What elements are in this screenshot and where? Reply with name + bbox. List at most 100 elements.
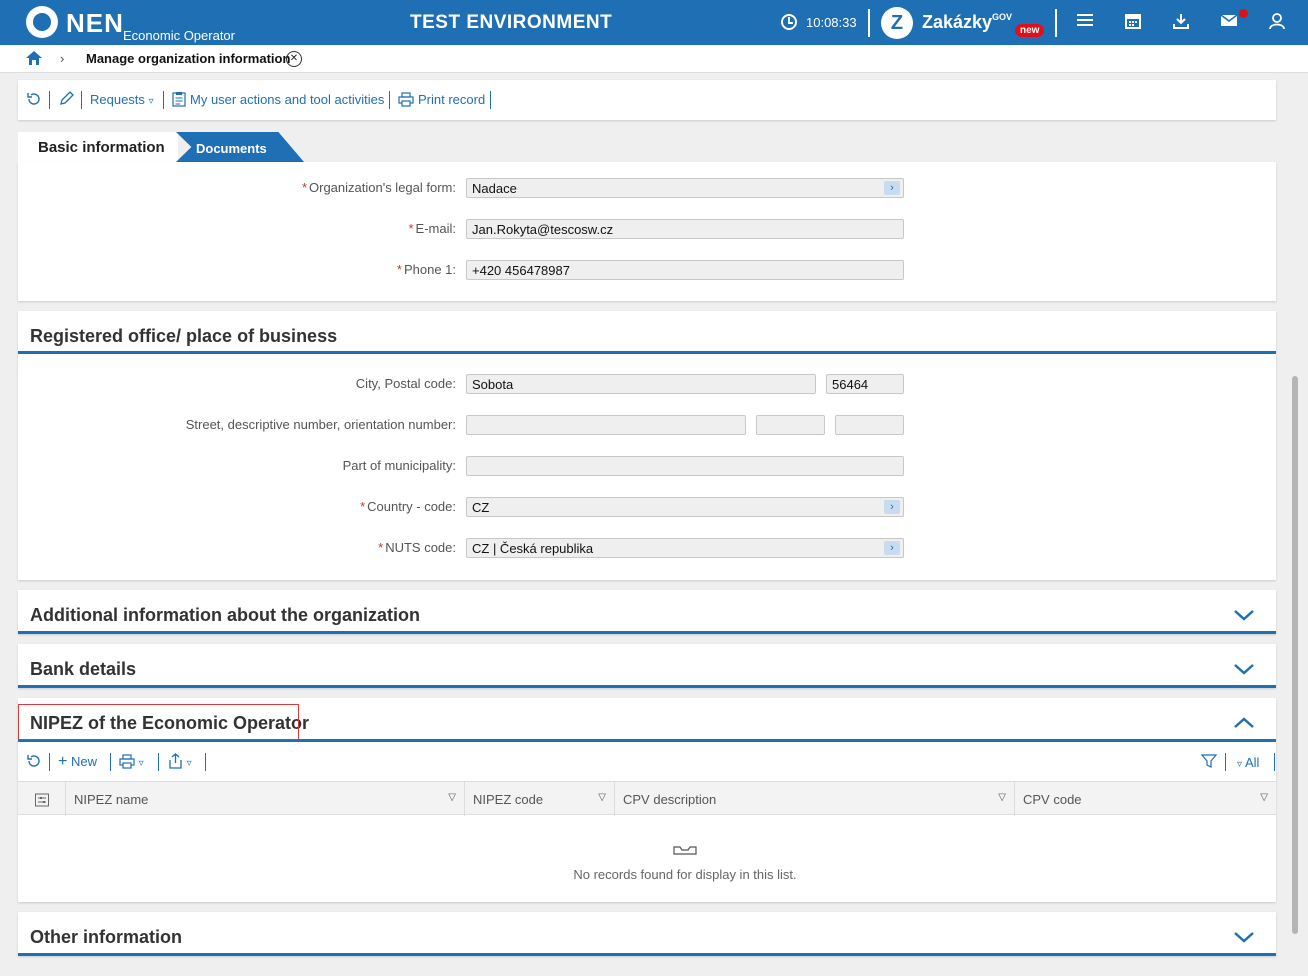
view-all-menu[interactable]: ▿ All <box>1237 755 1259 770</box>
section-underline <box>18 953 1276 956</box>
section-underline <box>18 631 1276 634</box>
sort-icon[interactable]: ▽ <box>598 792 606 803</box>
postal-code-field[interactable]: 56464 <box>826 374 904 394</box>
plus-icon: + <box>58 753 68 770</box>
settings-icon <box>35 793 49 807</box>
part-of-municipality-field[interactable] <box>466 456 904 476</box>
column-header[interactable]: CPV description ▽ <box>615 782 1015 816</box>
chevron-up-icon[interactable] <box>1232 714 1256 732</box>
city-field[interactable]: Sobota <box>466 374 816 394</box>
zakazky-logo-icon[interactable]: Z <box>881 7 913 39</box>
bank-details-section[interactable]: Bank details <box>18 644 1276 688</box>
highlight-box <box>18 704 299 740</box>
basic-info-panel: * Organization's legal form: Nadace › * E-m… <box>18 162 1276 301</box>
chevron-right-icon[interactable]: › <box>884 181 900 195</box>
print-record-link[interactable]: Print record <box>418 92 485 107</box>
divider <box>1225 753 1226 771</box>
printer-icon[interactable] <box>398 92 414 110</box>
sort-icon[interactable]: ▽ <box>1260 792 1268 803</box>
environment-label: TEST ENVIRONMENT <box>410 12 613 33</box>
zakazky-gov-label: GOV <box>992 12 1013 22</box>
zakazky-link[interactable]: Zakázky <box>922 12 992 33</box>
filter-icon[interactable] <box>1200 753 1218 772</box>
empty-inbox-icon <box>673 846 697 855</box>
requests-menu[interactable]: Requests ▿ <box>90 92 154 107</box>
home-icon[interactable] <box>25 50 43 66</box>
section-title: Registered office/ place of business <box>30 326 338 346</box>
divider <box>110 753 111 771</box>
part-of-municipality-label: Part of municipality: <box>342 458 456 473</box>
chevron-down-icon[interactable] <box>1232 928 1256 946</box>
edit-icon[interactable] <box>58 91 74 110</box>
nuts-label: * NUTS code: <box>378 540 456 555</box>
notification-dot <box>1239 9 1248 18</box>
menu-icon[interactable] <box>1075 12 1095 32</box>
legal-form-field[interactable]: Nadace › <box>466 178 904 198</box>
top-bar: NEN Economic Operator TEST ENVIRONMENT 1… <box>0 0 1308 45</box>
divider <box>81 91 82 109</box>
printer-icon <box>119 754 135 769</box>
column-header[interactable]: CPV code ▽ <box>1015 782 1276 816</box>
section-underline <box>18 685 1276 688</box>
divider <box>205 753 206 771</box>
additional-info-section[interactable]: Additional information about the organiz… <box>18 590 1276 634</box>
country-field[interactable]: CZ › <box>466 497 904 517</box>
tab-documents[interactable]: Documents <box>176 132 304 162</box>
my-actions-link[interactable]: My user actions and tool activities <box>190 92 384 107</box>
other-info-section[interactable]: Other information <box>18 912 1276 956</box>
legal-form-label: * Organization's legal form: <box>301 180 456 195</box>
refresh-icon[interactable] <box>26 753 42 772</box>
orientation-number-field[interactable] <box>835 415 904 435</box>
divider <box>163 91 164 109</box>
export-menu[interactable]: ▿ <box>168 753 192 772</box>
street-field[interactable] <box>466 415 746 435</box>
scrollbar-thumb[interactable] <box>1292 376 1298 934</box>
user-icon[interactable] <box>1267 12 1287 32</box>
chevron-down-icon[interactable] <box>1232 660 1256 678</box>
phone-label: * Phone 1: <box>396 262 456 277</box>
breadcrumb: › Manage organization information ✕ <box>0 45 1308 73</box>
section-title: Other information <box>30 927 182 947</box>
sort-icon[interactable]: ▽ <box>998 792 1006 803</box>
nipez-grid-header: NIPEZ name ▽ NIPEZ code ▽ CPV description ▽… <box>18 781 1276 816</box>
city-label: City, Postal code: <box>355 376 456 391</box>
column-settings[interactable] <box>18 782 66 816</box>
divider <box>868 9 870 37</box>
logo-text[interactable]: NEN <box>66 8 124 39</box>
email-field[interactable]: Jan.Rokyta@tescosw.cz <box>466 219 904 239</box>
clipboard-icon[interactable] <box>172 91 186 110</box>
street-label: Street, descriptive number, orientation … <box>185 417 456 432</box>
mail-icon[interactable] <box>1219 12 1239 32</box>
requests-label: Requests <box>90 92 145 107</box>
session-time: 10:08:33 <box>806 15 857 30</box>
chevron-down-icon[interactable] <box>1232 606 1256 624</box>
divider <box>1274 753 1275 771</box>
divider <box>490 91 491 109</box>
section-title: Bank details <box>30 659 137 679</box>
caret-down-icon: ▿ <box>1237 759 1243 770</box>
chevron-right-icon[interactable]: › <box>884 541 900 555</box>
chevron-right-icon[interactable]: › <box>884 500 900 514</box>
nuts-field[interactable]: CZ | Česká republika › <box>466 538 904 558</box>
download-icon[interactable] <box>1171 12 1191 32</box>
phone-field[interactable]: +420 456478987 <box>466 260 904 280</box>
close-icon[interactable]: ✕ <box>286 51 302 67</box>
column-header[interactable]: NIPEZ name ▽ <box>66 782 465 816</box>
new-button[interactable]: + New <box>58 753 97 771</box>
sort-icon[interactable]: ▽ <box>448 792 456 803</box>
refresh-icon[interactable] <box>26 91 42 110</box>
column-header[interactable]: NIPEZ code ▽ <box>465 782 615 816</box>
nen-logo-icon[interactable] <box>26 6 58 38</box>
country-label: * Country - code: <box>360 499 456 514</box>
email-label: * E-mail: <box>408 221 456 236</box>
print-menu[interactable]: ▿ <box>119 754 144 772</box>
calendar-icon[interactable] <box>1123 12 1143 32</box>
breadcrumb-current: Manage organization information <box>86 51 291 66</box>
descriptive-number-field[interactable] <box>756 415 825 435</box>
section-underline <box>18 351 1276 354</box>
tab-basic-information[interactable]: Basic information <box>18 132 178 162</box>
registered-office-panel: Registered office/ place of business Cit… <box>18 311 1276 580</box>
empty-list-message: No records found for display in this lis… <box>573 867 797 882</box>
record-toolbar: Requests ▿ My user actions and tool acti… <box>18 80 1276 120</box>
export-icon <box>169 753 182 769</box>
